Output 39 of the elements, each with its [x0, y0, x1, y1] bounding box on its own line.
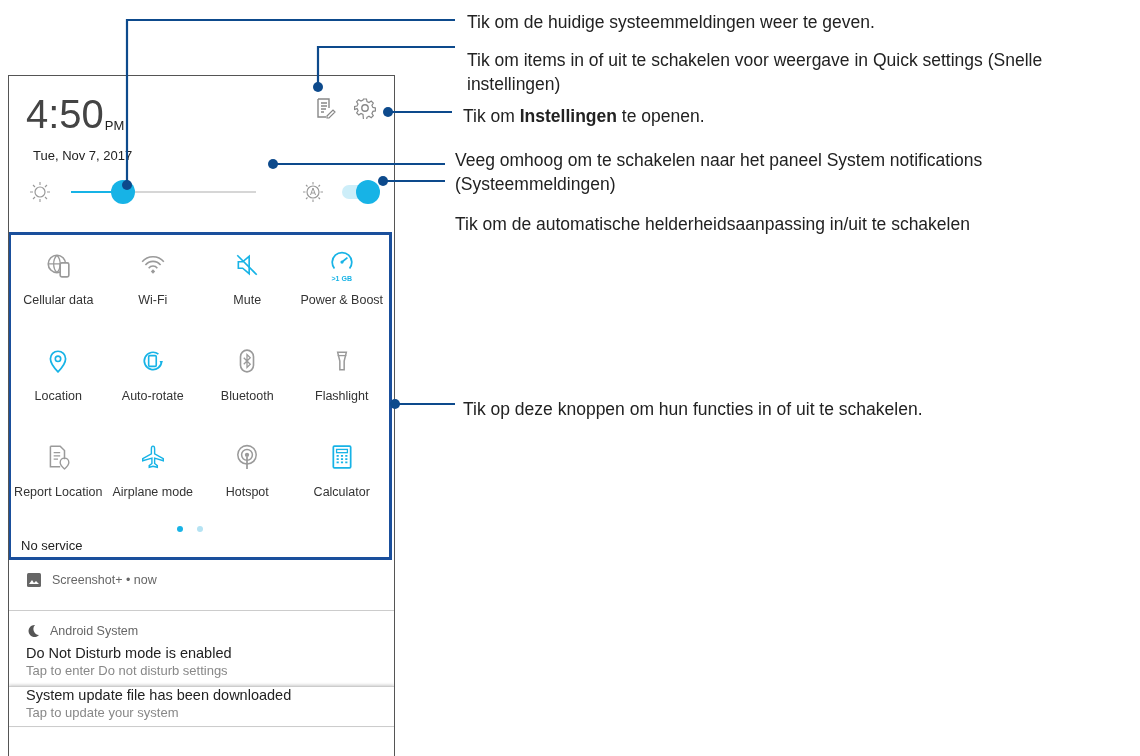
notification-app: Android System [50, 624, 139, 638]
moon-icon [26, 624, 40, 638]
callout-text: Tik om items in of uit te schakelen voor weergave in Quick settings (Snelle instellingen) [467, 49, 1044, 96]
quick-setting-tile[interactable]: Location [32, 331, 84, 403]
quick-setting-tile[interactable]: Auto-rotate [119, 331, 186, 403]
quick-setting-tile[interactable]: Wi-Fi [136, 235, 170, 307]
quick-setting-tile[interactable]: Airplane mode [110, 427, 196, 499]
callout-text: Tik op deze knoppen om hun functies in of uit te schakelen. [463, 398, 924, 421]
callout-text: Tik om de huidige systeemmeldingen weer te geven. [467, 11, 876, 34]
notification-card[interactable]: System update file has been downloaded Tap to update your system [9, 687, 394, 727]
notification-title: System update file has been downloaded [26, 687, 293, 703]
notification-title: Do Not Disturb mode is enabled [26, 645, 233, 661]
network-status: No service [20, 537, 83, 555]
callout-text: Veeg omhoog om te schakelen naar het paneel System notifications (Systeemmeldingen) [455, 149, 984, 196]
tile-icon [45, 252, 72, 278]
page-dot[interactable] [197, 526, 203, 532]
quick-setting-tile[interactable]: Flashlight [313, 331, 371, 403]
callout-text: Tik om Instellingen te openen. [463, 105, 706, 128]
brightness-icon [29, 181, 51, 203]
auto-brightness-toggle[interactable] [340, 180, 380, 204]
clock-ampm: PM [104, 118, 125, 133]
clock-time: 4:50 [26, 92, 104, 136]
callout-text: Tik om de automatische helderheidsaanpassing in/uit te schakelen [455, 213, 971, 236]
auto-brightness-icon [302, 181, 324, 203]
quick-setting-tile[interactable]: Hotspot [223, 427, 271, 499]
quick-setting-tile[interactable]: Calculator [311, 427, 372, 499]
page-dot[interactable] [177, 526, 183, 532]
quick-setting-tile[interactable]: Mute [231, 235, 264, 307]
notification-app: Screenshot+ • now [52, 573, 157, 587]
quick-setting-tile[interactable]: Bluetooth [218, 331, 276, 403]
notification-text: Tap to update your system [26, 705, 180, 720]
edit-list-icon[interactable] [314, 97, 336, 119]
image-icon [26, 572, 42, 588]
tile-icon [139, 444, 166, 470]
quick-setting-tile[interactable]: Cellular data [21, 235, 96, 307]
settings-icon[interactable] [354, 97, 376, 119]
notification-text: Tap to enter Do not disturb settings [26, 663, 229, 678]
quick-setting-tile[interactable]: Report Location [12, 427, 105, 499]
leader-line [390, 399, 455, 409]
